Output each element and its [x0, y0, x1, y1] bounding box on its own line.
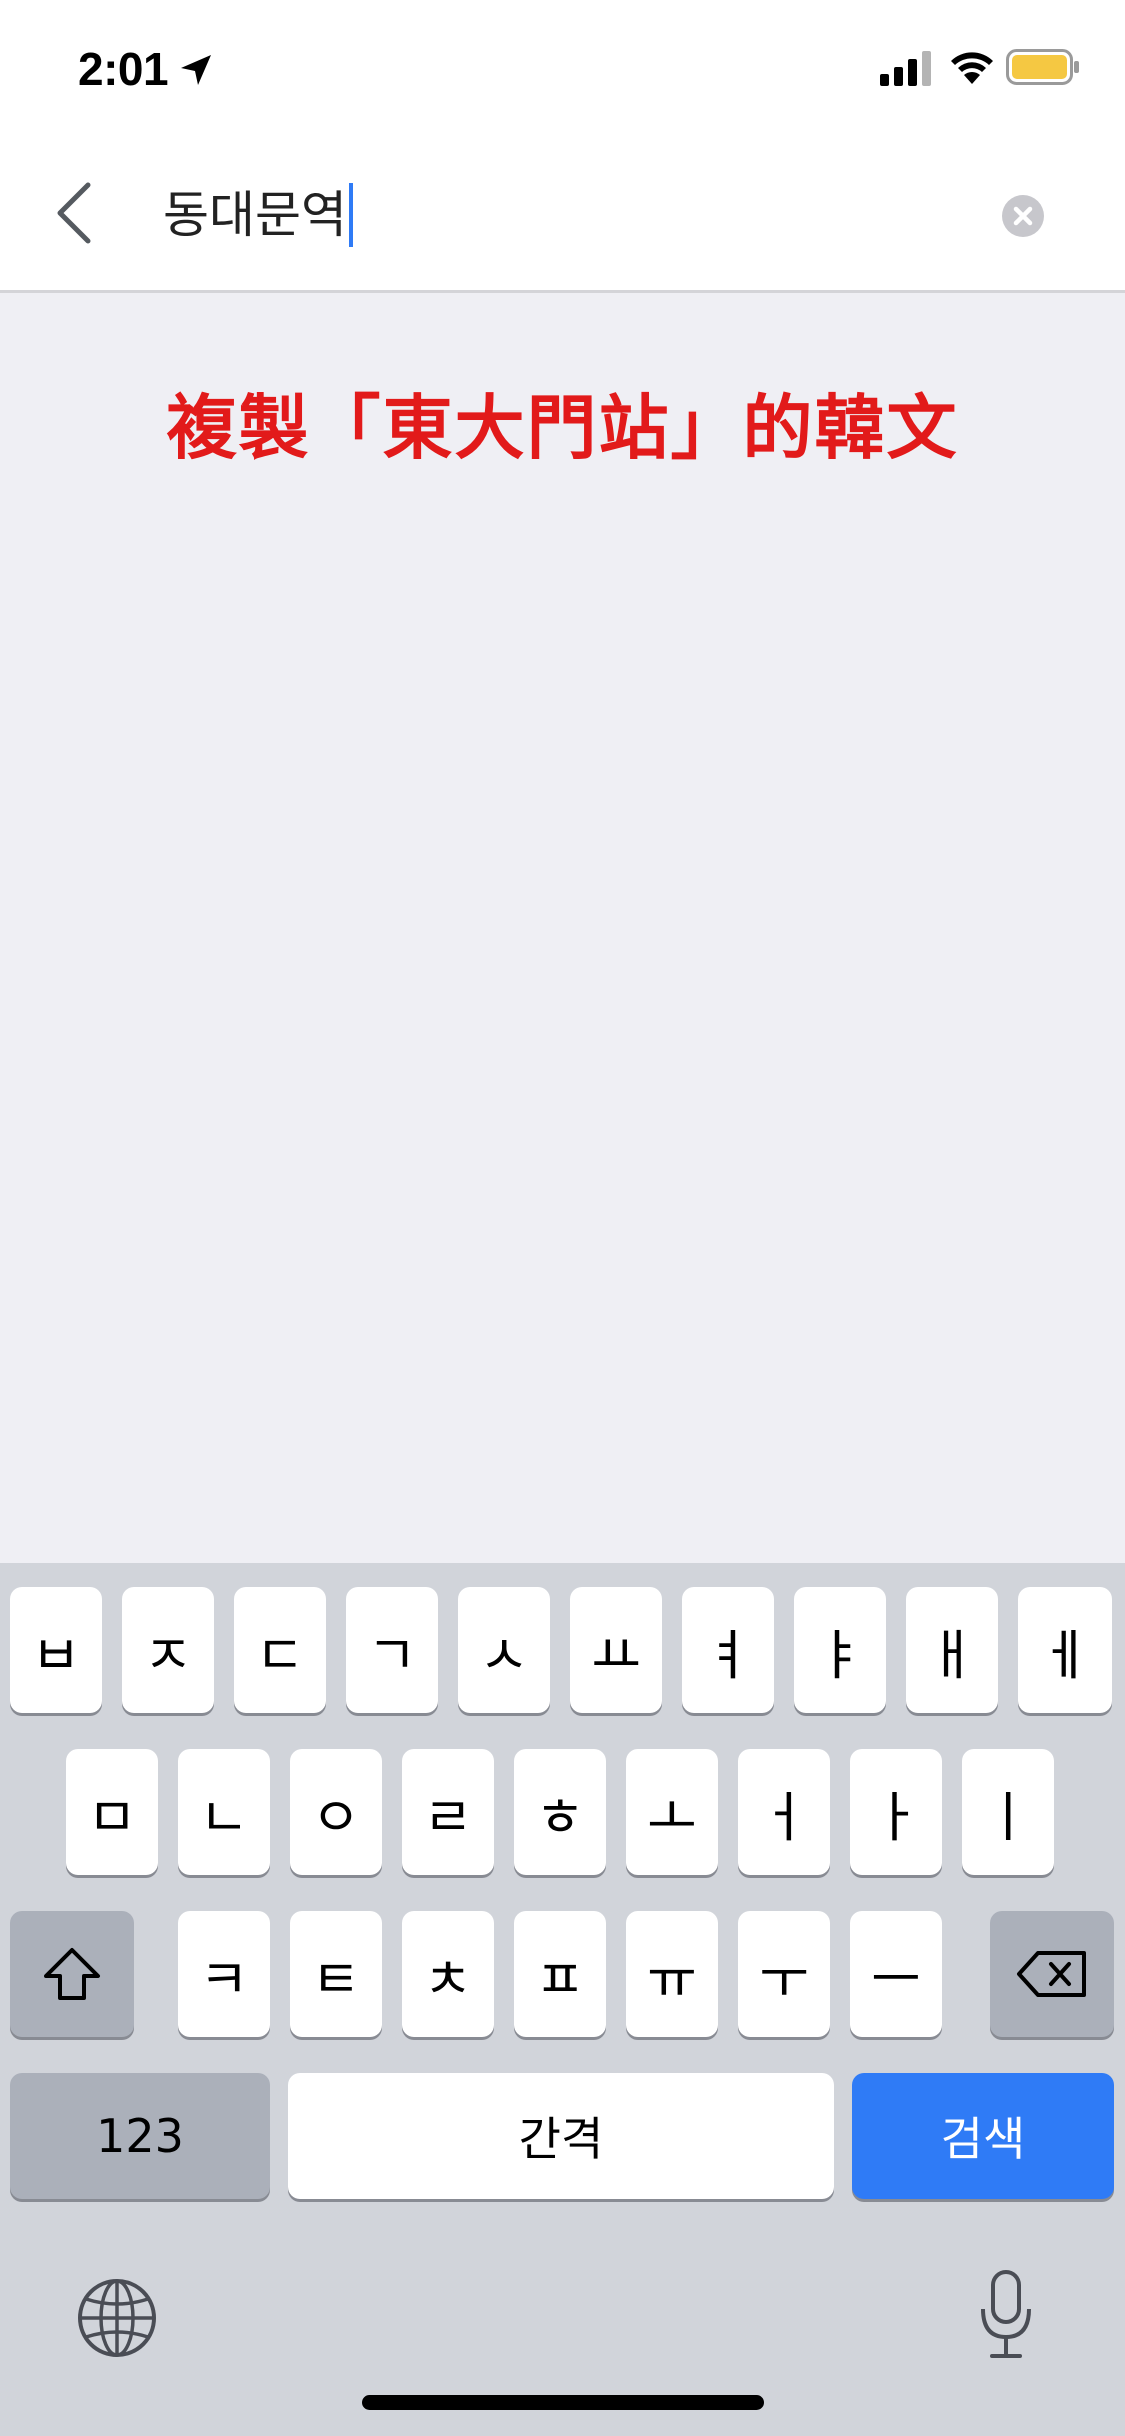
status-bar: 2:01 — [0, 0, 1125, 135]
key[interactable]: ㅗ — [626, 1749, 718, 1875]
search-input-value: 동대문역 — [163, 186, 347, 244]
microphone-icon[interactable] — [978, 2269, 1034, 2361]
clear-button[interactable] — [1002, 195, 1044, 237]
key-label: ㅛ — [591, 1623, 641, 1687]
key[interactable]: ㅇ — [290, 1749, 382, 1875]
key-label: ㅜ — [759, 1947, 809, 2011]
key-label: ㄷ — [255, 1623, 305, 1687]
key-label: ㅔ — [1040, 1623, 1090, 1687]
key[interactable]: ㅛ — [570, 1587, 662, 1713]
key[interactable]: ㅋ — [178, 1911, 270, 2037]
key[interactable]: ㅁ — [66, 1749, 158, 1875]
key-label: 검색 — [940, 2112, 1026, 2166]
key-label: ㅗ — [647, 1785, 697, 1849]
key-label: ㅓ — [759, 1785, 809, 1849]
key-label: ㅌ — [311, 1947, 361, 2011]
delete-key[interactable] — [990, 1911, 1114, 2037]
globe-icon[interactable] — [76, 2277, 158, 2359]
status-time: 2:01 — [78, 43, 169, 95]
key[interactable]: ㄴ — [178, 1749, 270, 1875]
numbers-key[interactable]: 123 — [10, 2073, 270, 2199]
text-caret — [349, 183, 353, 247]
search-key[interactable]: 검색 — [852, 2073, 1114, 2199]
location-arrow-icon — [181, 55, 211, 85]
key[interactable]: ㅈ — [122, 1587, 214, 1713]
key[interactable]: ㅅ — [458, 1587, 550, 1713]
key[interactable]: ㅂ — [10, 1587, 102, 1713]
key[interactable]: ㅕ — [682, 1587, 774, 1713]
key[interactable]: ㅎ — [514, 1749, 606, 1875]
annotation-text: 複製「東大門站」的韓文 — [166, 387, 959, 469]
back-button[interactable] — [40, 171, 112, 255]
key[interactable]: ㄹ — [402, 1749, 494, 1875]
key[interactable]: ㅡ — [850, 1911, 942, 2037]
search-header: 동대문역 — [0, 135, 1125, 293]
shift-icon — [44, 1948, 100, 2000]
key-label: ㅑ — [815, 1623, 865, 1687]
wifi-icon — [951, 52, 993, 84]
key[interactable]: ㄷ — [234, 1587, 326, 1713]
key-label: ㅁ — [87, 1785, 137, 1849]
key-label: ㅇ — [311, 1785, 361, 1849]
cellular-signal-icon — [880, 51, 931, 86]
key[interactable]: ㅊ — [402, 1911, 494, 2037]
key-label: ㄹ — [423, 1785, 473, 1849]
key[interactable]: ㅠ — [626, 1911, 718, 2037]
key-label: ㅈ — [143, 1623, 193, 1687]
battery-icon — [1006, 49, 1079, 85]
key-label: ㄱ — [367, 1623, 417, 1687]
key[interactable]: ㅔ — [1018, 1587, 1112, 1713]
key[interactable]: ㅣ — [962, 1749, 1054, 1875]
key-label: ㅍ — [535, 1947, 585, 2011]
key-label: 간격 — [518, 2112, 604, 2166]
key-label: ㅊ — [423, 1947, 473, 2011]
key-label: ㅂ — [31, 1623, 81, 1687]
home-indicator[interactable] — [362, 2395, 764, 2410]
keyboard: ㅂ ㅈ ㄷ ㄱ ㅅ ㅛ ㅕ ㅑ ㅐ ㅔ ㅁ ㄴ ㅇ ㄹ ㅎ ㅗ ㅓ ㅏ ㅣ ㅋ … — [0, 1563, 1125, 2436]
key[interactable]: ㅌ — [290, 1911, 382, 2037]
space-key[interactable]: 간격 — [288, 2073, 834, 2199]
key-label: ㅋ — [199, 1947, 249, 2011]
key[interactable]: ㅐ — [906, 1587, 998, 1713]
close-icon — [1013, 206, 1033, 226]
key[interactable]: ㅍ — [514, 1911, 606, 2037]
key-label: ㅣ — [983, 1785, 1033, 1849]
key[interactable]: ㄱ — [346, 1587, 438, 1713]
key[interactable]: ㅏ — [850, 1749, 942, 1875]
key-label: ㅏ — [871, 1785, 921, 1849]
key-label: ㅎ — [535, 1785, 585, 1849]
key-label: ㄴ — [199, 1785, 249, 1849]
key-label: ㅕ — [703, 1623, 753, 1687]
key[interactable]: ㅓ — [738, 1749, 830, 1875]
key[interactable]: ㅑ — [794, 1587, 886, 1713]
key[interactable]: ㅜ — [738, 1911, 830, 2037]
backspace-icon — [1017, 1951, 1086, 1997]
key-label: ㅠ — [647, 1947, 697, 2011]
key-label: ㅅ — [479, 1623, 529, 1687]
key-label: ㅐ — [927, 1623, 977, 1687]
key-label: 123 — [96, 2109, 184, 2163]
key-label: ㅡ — [871, 1947, 921, 2011]
search-input[interactable]: 동대문역 — [163, 175, 353, 255]
shift-key[interactable] — [10, 1911, 134, 2037]
